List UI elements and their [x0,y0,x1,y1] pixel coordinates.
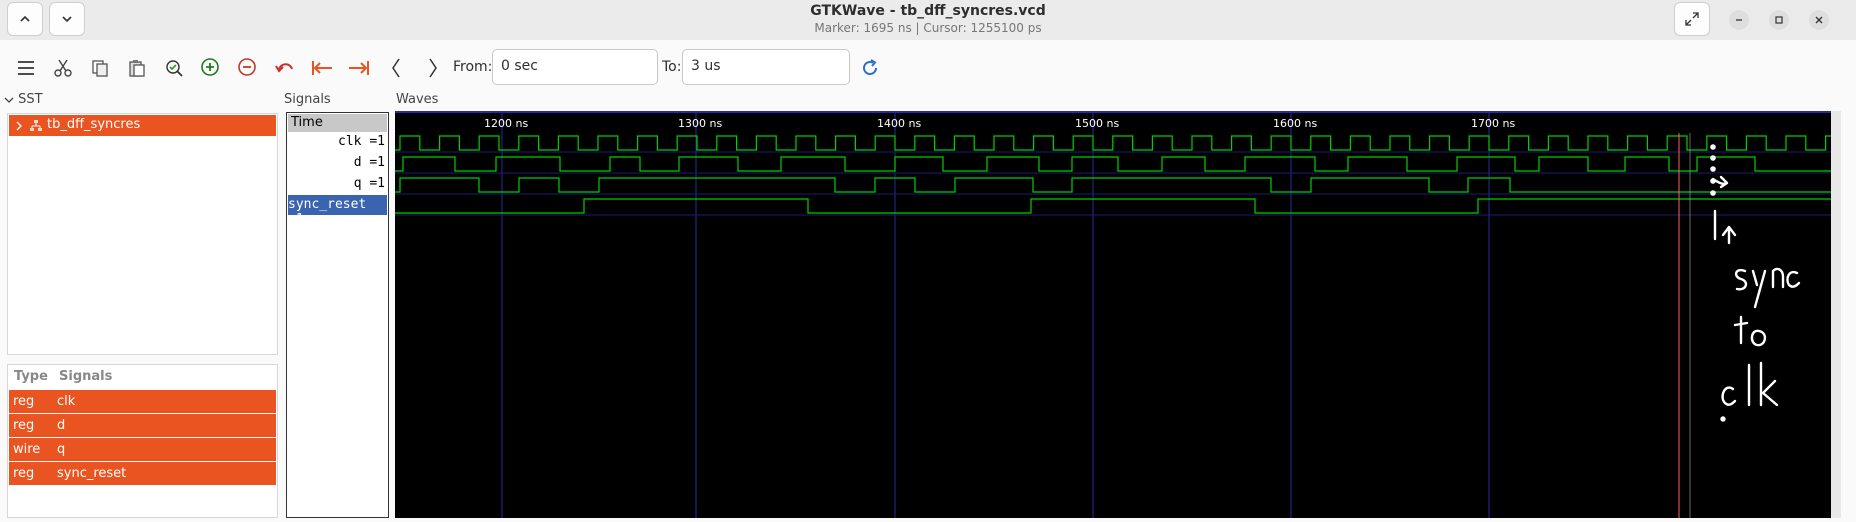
zoom-out-button[interactable] [234,54,262,82]
signals-pane-header: Signals [284,92,331,107]
signal-list-row[interactable]: reg sync_reset [9,462,276,485]
signal-list-row[interactable]: reg clk [9,390,276,413]
signal-name: sync_reset [57,466,127,481]
zoom-to-start-button[interactable] [308,54,336,82]
time-tick-label: 1700 ns [1471,117,1515,130]
module-hierarchy-icon [30,120,42,131]
hamburger-menu-icon [18,61,34,75]
zoom-fit-icon [166,60,183,77]
signal-row-sync_reset-selected[interactable]: sync_reset =1 [288,195,387,227]
marker-cursor-status: Marker: 1695 ns | Cursor: 1255100 ps [814,21,1042,35]
jump-to-end-icon [349,61,369,75]
copy-button[interactable] [86,54,114,82]
chevron-right-icon [429,58,437,78]
scissors-icon [54,59,72,77]
undo-zoom-button[interactable] [271,54,299,82]
signal-name-q[interactable]: q =1 [354,176,385,191]
maximize-icon [1775,16,1783,24]
time-tick-label: 1600 ns [1273,117,1317,130]
undo-icon [275,63,293,73]
copy-icon [92,60,108,77]
waves-pane-header: Waves [396,92,439,107]
chevron-right-icon [16,121,22,131]
expand-icon [1685,12,1699,26]
signal-type: reg [13,418,35,433]
handwritten-annotation [1710,144,1801,422]
close-icon [1815,16,1823,24]
paste-icon [129,60,145,77]
sync_reset-trace [395,198,1831,214]
minimize-icon [1736,19,1742,21]
signal-type: reg [13,466,35,481]
close-button[interactable] [1809,10,1829,30]
jump-to-start-icon [312,61,332,75]
signal-name: d [57,418,66,433]
d-trace [395,156,1831,172]
zoom-in-icon [201,58,219,76]
signal-type: wire [13,442,41,457]
signal-type: reg [13,394,35,409]
time-tick-label: 1400 ns [877,117,921,130]
menu-button[interactable] [12,54,40,82]
from-time-input[interactable]: 0 sec [492,49,658,85]
paste-button[interactable] [123,54,151,82]
signal-name-d[interactable]: d =1 [354,155,385,170]
time-tick-label: 1200 ns [484,117,528,130]
minimize-button[interactable] [1729,10,1749,30]
toolbar: From: 0 sec To: 3 us [0,40,1856,94]
find-next-edge-button[interactable] [419,54,447,82]
from-label: From: [453,59,493,75]
vertical-scrollbar[interactable] [1831,111,1841,518]
time-row[interactable]: Time [288,114,387,132]
maximize-button[interactable] [1769,10,1789,30]
waveform-svg: 1200 ns 1300 ns 1400 ns 1500 ns 1600 ns 1700 … [395,111,1831,518]
q-trace [395,177,1831,193]
time-label: Time [291,115,323,130]
to-time-input[interactable]: 3 us [682,49,850,85]
to-label: To: [662,59,682,75]
time-tick-label: 1300 ns [678,117,722,130]
zoom-fit-button[interactable] [160,54,188,82]
signals-names-pane: Time clk =1 d =1 q =1 sync_reset =1 [286,112,389,518]
signal-name: clk [57,394,76,409]
sst-tree-item-label: tb_dff_syncres [47,117,141,132]
sst-header-label: SST [18,92,43,107]
signals-type-table: Type Signals reg clk reg d wire q reg sy… [7,364,278,518]
window-title: GTKWave - tb_dff_syncres.vcd [810,3,1046,19]
signal-list-row[interactable]: reg d [9,414,276,437]
time-tick-label: 1500 ns [1075,117,1119,130]
signal-name-sync_reset: sync_reset =1 [288,197,367,227]
signal-name-clk[interactable]: clk =1 [338,134,385,149]
signal-list-row[interactable]: wire q [9,438,276,461]
sst-tree-item-tb_dff_syncres[interactable]: tb_dff_syncres [9,115,276,136]
signals-column-header[interactable]: Signals [59,369,112,384]
zoom-in-button[interactable] [197,54,225,82]
title-bar: GTKWave - tb_dff_syncres.vcd Marker: 169… [0,0,1856,40]
chevron-left-icon [392,58,400,78]
find-previous-edge-button[interactable] [382,54,410,82]
clk-trace [395,135,1831,151]
waveform-canvas[interactable]: 1200 ns 1300 ns 1400 ns 1500 ns 1600 ns 1700 … [395,111,1831,518]
type-column-header[interactable]: Type [14,369,48,384]
cut-button[interactable] [49,54,77,82]
sst-tree: tb_dff_syncres [7,113,278,355]
zoom-out-icon [238,58,256,76]
chevron-down-icon [4,97,14,103]
zoom-to-end-button[interactable] [345,54,373,82]
reload-button[interactable] [856,54,884,82]
sst-header[interactable]: SST [4,92,43,107]
signal-name: q [57,442,66,457]
fullscreen-button[interactable] [1674,2,1710,36]
reload-icon [863,59,877,75]
